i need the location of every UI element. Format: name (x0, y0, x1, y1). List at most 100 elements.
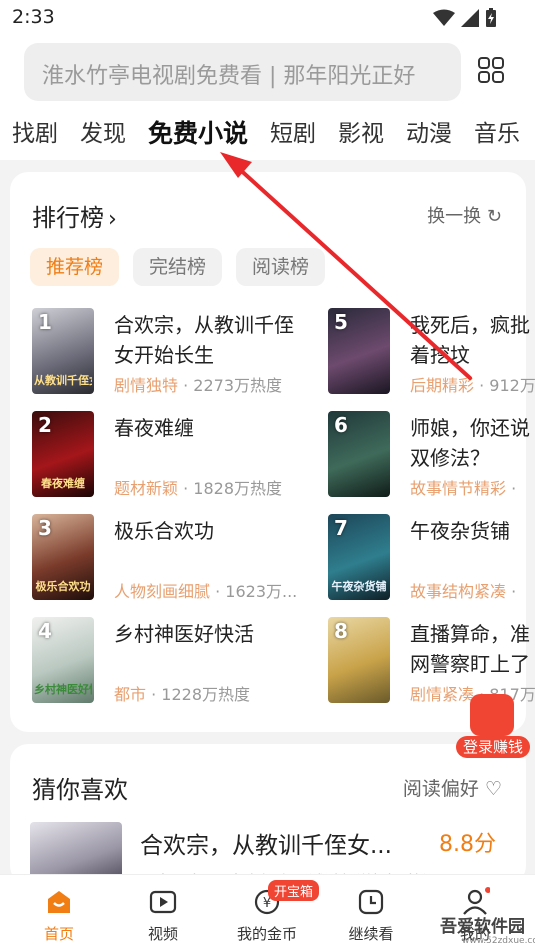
nav-home[interactable]: 首页 (14, 885, 104, 944)
list-item[interactable]: 2 春夜难缠 春夜难缠 题材新颖 · 1828万热度 (32, 411, 282, 501)
rank-number: 4 (38, 619, 52, 643)
book-heat: · (511, 479, 517, 498)
book-title: 极乐合欢功 (114, 519, 214, 543)
tab-free-novel[interactable]: 免费小说 (148, 114, 248, 160)
nav-video[interactable]: 视频 (118, 885, 208, 944)
list-item[interactable]: 6 师娘，你还说双修法？ 故事情节精彩 · (328, 411, 535, 501)
swap-label: 换一换 (427, 206, 482, 227)
book-meta: 都市 · 1228万热度 (114, 681, 250, 705)
chip-recommended[interactable]: 推荐榜 (30, 248, 120, 286)
ranking-title-text: 排行榜 (32, 204, 104, 232)
book-meta: 题材新颖 · 1828万热度 (114, 475, 282, 499)
rank-number: 8 (334, 619, 348, 643)
book-title: 合欢宗，从教训千侄女开始长生 (114, 313, 294, 367)
login-earn-badge[interactable]: 登录赚钱 (456, 694, 530, 760)
heart-icon: ♡ (484, 778, 502, 800)
ranking-card: 排行榜› 换一换 ↻ 推荐榜 完结榜 阅读榜 1 从教训千侄女开始长生 合欢宗，… (10, 172, 535, 732)
reading-preference-button[interactable]: 阅读偏好 ♡ (403, 774, 502, 801)
book-cover: 3 极乐合欢功 (32, 514, 94, 600)
header: 淮水竹亭电视剧免费看 | 那年阳光正好 找剧 发现 免费小说 短剧 影视 动漫 … (0, 36, 535, 160)
book-title: 春夜难缠 (114, 416, 194, 440)
book-heat: · 1228万热度 (151, 685, 251, 704)
cover-title: 乡村神医好快活 (34, 683, 92, 696)
book-cover: 1 从教训千侄女开始长生 (32, 308, 94, 394)
rank-number: 7 (334, 516, 348, 540)
chip-finished[interactable]: 完结榜 (133, 248, 223, 286)
book-tag: 故事情节精彩 (410, 479, 507, 498)
book-meta: 故事情节精彩 · (410, 475, 516, 499)
tab-find-drama[interactable]: 找剧 (12, 114, 58, 160)
book-title: 师娘，你还说双修法？ (410, 416, 530, 470)
list-item[interactable]: 4 乡村神医好快活 乡村神医好快活 都市 · 1228万热度 (32, 617, 272, 707)
book-tag: 都市 (114, 685, 147, 704)
book-heat: · 1828万热度 (183, 479, 283, 498)
book-tag: 人物刻画细腻 (114, 582, 211, 601)
watermark: 吾爱软件园 (440, 917, 525, 937)
nav-continue-label: 继续看 (348, 925, 394, 943)
status-time: 2:33 (12, 6, 55, 28)
book-meta: 故事结构紧凑 · (410, 578, 516, 602)
book-cover: 6 (328, 411, 390, 497)
book-meta: 剧情独特 · 2273万热度 (114, 372, 282, 396)
watermark-url: www.52zdxue.com (462, 936, 535, 946)
grid-menu-icon[interactable] (477, 56, 505, 84)
book-tag: 题材新颖 (114, 479, 179, 498)
wifi-icon (433, 9, 455, 26)
nav-video-label: 视频 (147, 925, 178, 943)
list-item[interactable]: 1 从教训千侄女开始长生 合欢宗，从教训千侄女开始长生 剧情独特 · 2273万… (32, 308, 294, 398)
book-title: 乡村神医好快活 (114, 622, 254, 646)
book-cover: 5 (328, 308, 390, 394)
cover-title: 极乐合欢功 (35, 580, 91, 593)
book-cover: 8 (328, 617, 390, 703)
guess-title: 猜你喜欢 (32, 776, 128, 804)
chip-reading[interactable]: 阅读榜 (236, 248, 326, 286)
rank-number: 6 (334, 413, 348, 437)
home-icon (48, 891, 70, 913)
nav-home-label: 首页 (43, 925, 74, 943)
tab-discover[interactable]: 发现 (80, 114, 126, 160)
book-title: 午夜杂货铺 (410, 519, 510, 543)
book-cover: 7 午夜杂货铺 (328, 514, 390, 600)
chevron-right-icon: › (108, 207, 117, 232)
clock-icon (358, 889, 384, 915)
status-icons (433, 8, 497, 28)
battery-icon (486, 8, 496, 27)
rank-number: 2 (38, 413, 52, 437)
guess-score: 8.8分 (439, 832, 496, 857)
book-cover: 4 乡村神医好快活 (32, 617, 94, 703)
guess-book-title[interactable]: 合欢宗，从教训千侄女... (140, 826, 392, 860)
ranking-title[interactable]: 排行榜 › (32, 198, 117, 233)
search-placeholder: 淮水竹亭电视剧免费看 | 那年阳光正好 (42, 64, 416, 89)
rank-number: 1 (38, 310, 52, 334)
search-bar[interactable]: 淮水竹亭电视剧免费看 | 那年阳光正好 (24, 43, 461, 101)
tab-short-drama[interactable]: 短剧 (270, 114, 316, 160)
tab-film[interactable]: 影视 (338, 114, 384, 160)
book-heat: · 912万 (479, 376, 535, 395)
book-heat: · 2273万热度 (183, 376, 283, 395)
book-tag: 剧情独特 (114, 376, 179, 395)
book-cover: 2 春夜难缠 (32, 411, 94, 497)
list-item[interactable]: 7 午夜杂货铺 午夜杂货铺 故事结构紧凑 · (328, 514, 535, 604)
swap-button[interactable]: 换一换 ↻ (427, 202, 502, 228)
book-heat: · (511, 582, 517, 601)
book-meta: 人物刻画细腻 · 1623万... (114, 578, 297, 602)
list-item[interactable]: 3 极乐合欢功 极乐合欢功 人物刻画细腻 · 1623万... (32, 514, 297, 604)
tab-music[interactable]: 音乐 (474, 114, 520, 160)
refresh-icon: ↻ (486, 206, 502, 227)
list-item[interactable]: 5 我死后，疯批着挖坟 后期精彩 · 912万 (328, 308, 535, 398)
open-box-badge: 开宝箱 (268, 880, 320, 901)
book-tag: 故事结构紧凑 (410, 582, 507, 601)
category-tabs: 找剧 发现 免费小说 短剧 影视 动漫 音乐 (0, 114, 535, 160)
cover-title: 从教训千侄女开始长生 (34, 374, 92, 387)
status-bar: 2:33 (0, 0, 535, 36)
rank-number: 5 (334, 310, 348, 334)
pref-label: 阅读偏好 (402, 778, 479, 800)
signal-icon (461, 9, 479, 27)
nav-continue[interactable]: 继续看 (326, 885, 416, 944)
book-meta: 后期精彩 · 912万 (410, 372, 535, 396)
book-title: 我死后，疯批着挖坟 (410, 313, 530, 367)
cover-title: 春夜难缠 (41, 477, 85, 490)
guess-card: 猜你喜欢 阅读偏好 ♡ 合欢宗，从教训千侄女... 8.8分 又名：（开局十少加… (10, 744, 526, 891)
cover-title: 午夜杂货铺 (331, 580, 387, 593)
tab-anime[interactable]: 动漫 (406, 114, 452, 160)
